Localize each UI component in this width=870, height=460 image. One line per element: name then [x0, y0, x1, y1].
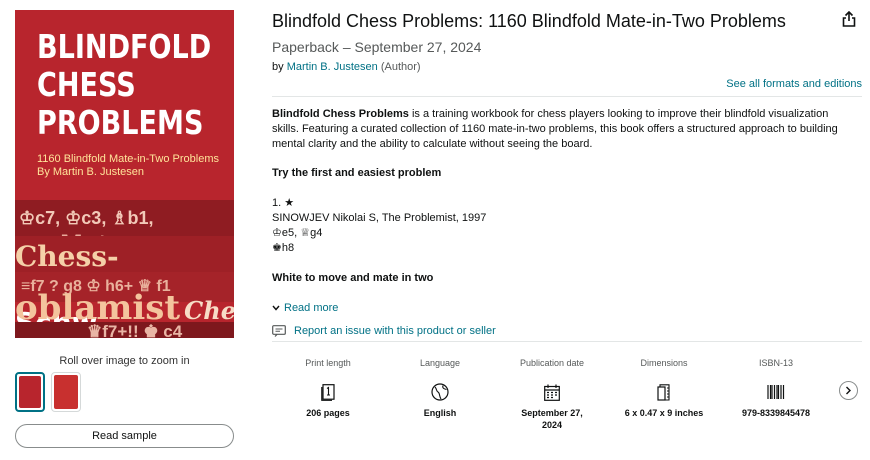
try-heading: Try the first and easiest problem	[272, 167, 442, 179]
problem-line: ♔e5, ♕g4	[272, 227, 323, 239]
cover-subtitle: 1160 Blindfold Mate-in-Two Problems By M…	[37, 153, 219, 179]
thumbnail-front-cover[interactable]	[15, 372, 45, 412]
spec-label: Print length	[305, 358, 351, 368]
spec-label: Publication date	[519, 358, 585, 368]
cover-band: oblamistCheckma	[15, 288, 234, 328]
thumbnail-image	[19, 376, 41, 408]
spec-label: ISBN-13	[758, 358, 793, 368]
divider	[272, 341, 862, 342]
cover-title-line: BLINDFOLD	[37, 27, 212, 66]
see-all-formats-link[interactable]: See all formats and editions	[726, 78, 862, 90]
cover-title-line: PROBLEMS	[37, 103, 204, 142]
share-button[interactable]	[836, 6, 862, 32]
book-cover-image[interactable]: BLINDFOLD CHESS PROBLEMS 1160 Blindfold …	[15, 10, 234, 338]
problem-block: 1. ★ SINOWJEV Nikolai S, The Problemist,…	[272, 196, 486, 256]
ruler-book-icon	[657, 381, 671, 403]
zoom-hint: Roll over image to zoom in	[59, 355, 190, 367]
spec-value: 979-8339845478	[741, 408, 811, 418]
cover-band-text: ♛f7+!! ♚ c4	[87, 322, 183, 338]
author-link[interactable]: Martin B. Justesen	[287, 61, 378, 73]
cover-band: ♛f7+!! ♚ c4	[15, 322, 234, 338]
spec-label: Language	[419, 358, 461, 368]
divider	[272, 96, 862, 97]
product-title: Blindfold Chess Problems: 1160 Blindfold…	[272, 11, 786, 31]
spec-publication-date: Publication date September 27, 2024	[496, 352, 608, 442]
globe-icon	[431, 381, 449, 403]
author-role: (Author)	[380, 61, 421, 73]
calendar-icon	[544, 381, 560, 403]
spec-dimensions: Dimensions 6 x 0.47 x 9 inches	[608, 352, 720, 442]
chevron-right-icon	[846, 386, 851, 395]
spec-isbn-13: ISBN-13 979-8339845478	[720, 352, 832, 442]
spec-value: English	[423, 408, 457, 418]
read-more-link[interactable]: Read more	[272, 302, 338, 314]
barcode-icon	[767, 381, 785, 403]
specs-next-button[interactable]	[839, 381, 858, 400]
problem-task: White to move and mate in two	[272, 272, 434, 284]
cover-title: BLINDFOLD CHESS PROBLEMS	[37, 28, 211, 142]
problem-line: SINOWJEV Nikolai S, The Problemist, 1997	[272, 212, 487, 224]
share-icon	[842, 11, 856, 27]
byline: by Martin B. Justesen (Author)	[272, 61, 421, 73]
spec-label: Dimensions	[640, 358, 688, 368]
read-sample-button[interactable]: Read sample	[15, 424, 234, 448]
product-specs-carousel: Print length 206 pages Language English …	[272, 352, 832, 442]
format-and-date: Paperback – September 27, 2024	[272, 39, 482, 55]
spec-print-length: Print length 206 pages	[272, 352, 384, 442]
problem-line: 1. ★	[272, 197, 295, 209]
report-issue-label: Report an issue with this product or sel…	[294, 325, 496, 337]
description-lead: Blindfold Chess Problems	[272, 108, 409, 120]
cover-band-text: Checkma	[184, 296, 234, 325]
cover-subtitle-line: By Martin B. Justesen	[37, 166, 144, 178]
problem-line: ♚h8	[272, 242, 295, 254]
spec-language: Language English	[384, 352, 496, 442]
cover-band: ♔c7, ♔c3, ♗b1, ♗b6Mate	[15, 200, 234, 259]
book-pages-icon	[321, 381, 335, 403]
read-more-label: Read more	[284, 302, 339, 314]
thumbnail-back-cover[interactable]	[51, 372, 81, 412]
spec-value: September 27, 2024	[521, 408, 583, 430]
report-issue-link[interactable]: Report an issue with this product or sel…	[272, 325, 496, 337]
byline-prefix: by	[272, 61, 284, 73]
spec-value: 206 pages	[306, 408, 350, 418]
product-description: Blindfold Chess Problems is a training w…	[272, 107, 857, 152]
cover-title-line: CHESS	[37, 65, 136, 104]
cover-subtitle-line: 1160 Blindfold Mate-in-Two Problems	[37, 153, 219, 165]
spec-value: 6 x 0.47 x 9 inches	[624, 408, 704, 418]
report-icon	[272, 325, 286, 337]
thumbnail-image	[54, 375, 78, 409]
chevron-down-icon	[272, 305, 280, 311]
